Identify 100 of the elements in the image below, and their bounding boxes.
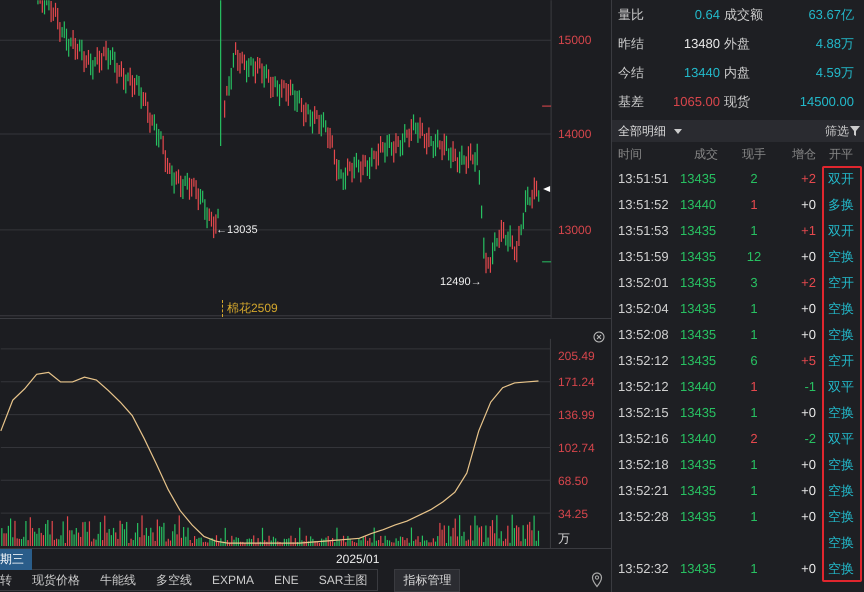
volume-cell-text: 1 [749,196,759,214]
unit-label: 万 [558,530,570,548]
position-change-cell-text: +0 [800,248,817,266]
time-cell-text: 13:52:08 [618,326,670,344]
indicator-tab[interactable]: ENE [264,573,309,587]
position-change-cell-text: +5 [800,352,817,370]
y-tick-label: 205.49 [558,349,595,363]
position-change-cell-text: +0 [800,196,817,214]
time-cell-text: 13:51:51 [618,170,670,188]
price-level-tick [542,106,552,107]
filter-icon [850,126,860,136]
stat-label: 基差 [618,93,645,111]
time-cell-text: 13:51:59 [618,248,670,266]
price-cell-text: 13435 [680,170,718,188]
trade-type-cell-text: 多换 [827,196,855,214]
position-change-cell-text: +1 [800,222,817,240]
price-cell-text: 13435 [680,560,718,578]
volume-cell-text: 1 [749,560,759,578]
position-change-cell-text: -1 [803,378,817,396]
stat-value: 4.59万 [814,64,854,82]
price-axis-label: 13000 [558,223,592,237]
trade-type-cell-text: 空换 [827,248,855,266]
column-header: 增仓 [791,146,817,163]
indicator-tab[interactable]: EXPMA [202,573,264,587]
column-header: 时间 [618,146,643,163]
contract-label: 棉花2509 [222,300,278,317]
close-icon[interactable] [593,331,605,343]
stat-label: 外盘 [724,35,751,53]
time-cell-text: 13:52:04 [618,300,670,318]
y-tick-label: 171.24 [558,375,595,389]
price-cell-text: 13435 [680,300,718,318]
time-cell-text: 13:52:15 [618,404,670,422]
indicator-manage-button[interactable]: 指标管理 [394,568,460,592]
trade-type-cell-text: 空换 [827,326,855,344]
position-change-cell-text: +0 [800,508,817,526]
x-tick-label: 2025/01 [336,552,380,566]
stat-label: 今结 [618,64,645,82]
stat-label: 昨结 [618,35,645,53]
price-cell-text: 13435 [680,326,718,344]
trade-type-cell-text: 空换 [827,300,855,318]
y-tick-label: 68.50 [558,474,588,488]
date-cursor-label: 期三 [0,549,32,570]
price-marker: ←13035 [216,224,258,236]
trade-type-cell-text: 双平 [827,430,855,448]
price-cell-text: 13435 [680,274,718,292]
price-level-tick [542,261,552,262]
trade-type-cell-text: 双开 [827,222,855,240]
price-cell-text: 13435 [680,508,718,526]
price-cell-text: 13435 [680,404,718,422]
trade-type-cell-text: 空换 [827,456,855,474]
trade-type-cell-text: 空换 [827,508,855,526]
time-cell-text: 13:52:21 [618,482,670,500]
volume-cell-text: 1 [749,300,759,318]
trade-type-cell-text: 空换 [827,560,855,578]
indicator-tab[interactable]: 牛能线 [90,572,146,588]
filter-button[interactable]: 筛选 [825,122,860,140]
stat-label: 量比 [618,6,645,24]
volume-cell-text: 1 [749,326,759,344]
position-change-cell-text: +0 [800,300,817,318]
stat-value: 13440 [682,64,720,82]
trade-type-cell-text: 空换 [827,404,855,422]
location-pin-icon[interactable] [591,572,603,588]
volume-cell-text: 3 [749,274,759,292]
price-cell-text: 13435 [680,352,718,370]
stat-value: 63.67亿 [807,6,854,24]
price-cell-text: 13440 [680,196,718,214]
detail-title[interactable]: 全部明细 [618,122,666,140]
price-axis-label: 14000 [558,127,592,141]
volume-cell-text: 1 [749,378,759,396]
volume-cell-text: 1 [749,508,759,526]
current-price-pointer [543,186,550,192]
indicator-tab[interactable]: 转 [0,572,22,588]
time-cell-text: 13:52:18 [618,456,670,474]
column-header: 开平 [828,146,854,163]
position-change-cell-text: +0 [800,456,817,474]
time-cell-text: 13:52:01 [618,274,670,292]
volume-cell-text: 1 [749,456,759,474]
indicator-tab[interactable]: SAR主图 [308,572,378,588]
y-tick-label: 102.74 [558,441,595,455]
volume-cell-text: 2 [749,430,759,448]
indicator-tab[interactable]: 多空线 [146,572,202,588]
position-change-cell-text: +0 [800,482,817,500]
indicator-tab[interactable]: 现货价格 [22,572,90,588]
time-cell-text: 13:52:12 [618,378,670,396]
price-axis-label: 15000 [558,33,592,47]
y-tick-label: 136.99 [558,408,595,422]
position-change-cell-text: +0 [800,326,817,344]
volume-cell-text: 12 [746,248,762,266]
stat-value: 4.88万 [814,35,854,53]
time-cell-text: 13:52:28 [618,508,670,526]
caret-icon[interactable] [674,128,682,134]
trade-type-cell-text: 空换 [827,534,855,552]
stat-label: 现货 [724,93,751,111]
time-cell-text: 13:52:12 [618,352,670,370]
column-header: 现手 [741,146,767,163]
trade-type-cell-text: 空开 [827,274,855,292]
price-cell-text: 13435 [680,482,718,500]
stat-label: 成交额 [724,6,764,24]
volume-cell-text: 1 [749,222,759,240]
trade-type-cell-text: 双开 [827,170,855,188]
